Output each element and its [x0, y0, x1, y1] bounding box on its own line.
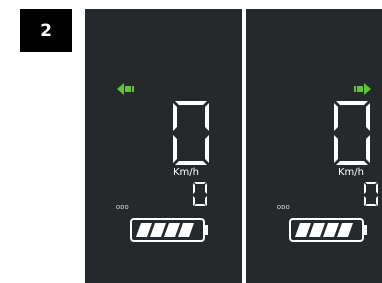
display-panel-right: Km/h ODO	[246, 9, 382, 283]
odo-digit	[193, 182, 207, 206]
display-panel-left: Km/h ODO	[85, 9, 242, 283]
battery-icon	[289, 218, 367, 242]
speed-unit: Km/h	[338, 167, 364, 178]
right-turn-arrow-icon	[354, 83, 371, 95]
display-screen-left: Km/h ODO	[116, 83, 209, 242]
speed-digit	[334, 101, 370, 165]
speed-unit: Km/h	[173, 167, 199, 178]
left-turn-arrow-icon	[117, 83, 134, 95]
speed-digit	[173, 101, 209, 165]
display-screen-right: Km/h ODO	[277, 83, 378, 242]
odo-label: ODO	[277, 205, 290, 211]
odo-digit	[364, 182, 378, 206]
odo-label: ODO	[116, 205, 129, 211]
battery-icon	[130, 218, 208, 242]
step-badge: 2	[20, 9, 72, 52]
step-number: 2	[40, 20, 52, 41]
